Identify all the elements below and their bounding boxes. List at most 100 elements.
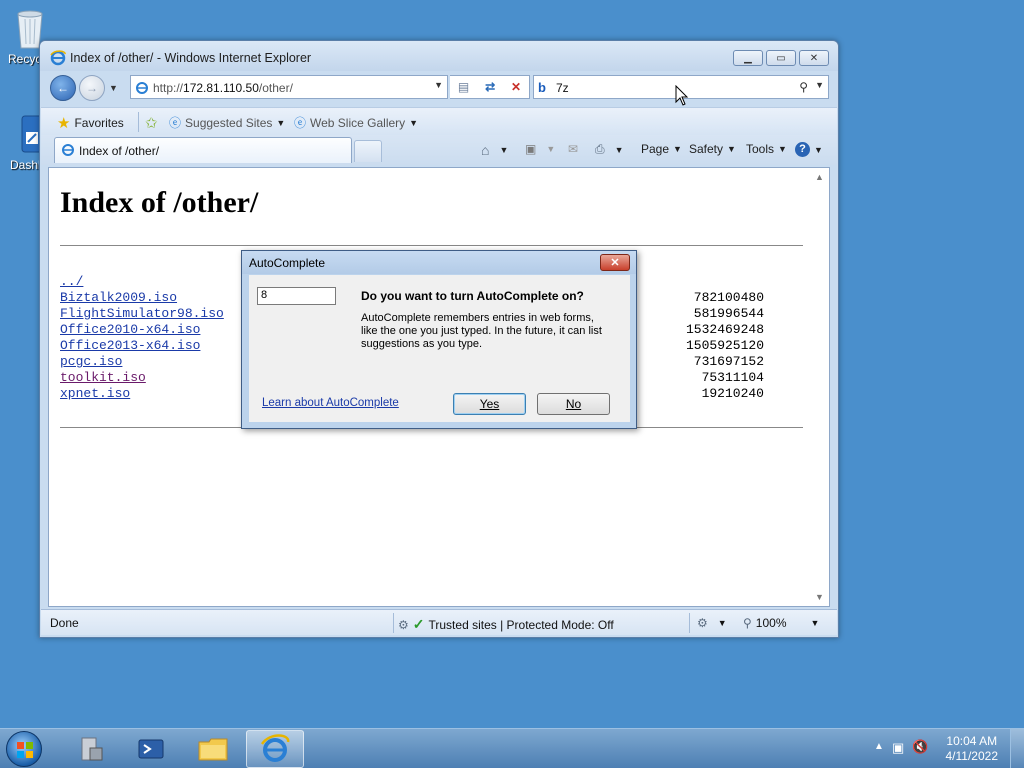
server-manager-icon	[81, 737, 103, 761]
tools-menu-label: Tools	[746, 142, 775, 156]
dialog-close-button[interactable]: ✕	[600, 254, 630, 271]
autocomplete-dialog: AutoComplete ✕ 8 Do you want to turn Aut…	[241, 250, 637, 429]
stop-icon[interactable]: ✕	[511, 80, 521, 94]
page-menu[interactable]: Page ▼	[641, 142, 682, 156]
taskbar-explorer[interactable]	[184, 730, 242, 768]
learn-about-autocomplete-link[interactable]: Learn about AutoComplete	[262, 397, 399, 409]
minimize-button[interactable]: ▁	[733, 50, 763, 66]
file-size: 731697152	[693, 354, 764, 369]
forward-button[interactable]: →	[79, 75, 105, 101]
suggested-sites-link[interactable]: ⓔ Suggested Sites ▼	[169, 114, 285, 131]
title-bar[interactable]: Index of /other/ - Windows Internet Expl…	[40, 41, 838, 71]
refresh-icon[interactable]: ⇄	[485, 80, 495, 94]
ie-icon	[50, 50, 66, 69]
address-bar[interactable]: http://172.81.110.50/other/ ▼	[130, 75, 448, 99]
scroll-up-icon[interactable]: ▲	[815, 172, 824, 182]
dialog-title-bar[interactable]: AutoComplete ✕	[242, 251, 636, 274]
windows-logo-icon	[17, 742, 33, 758]
back-button[interactable]: ←	[50, 75, 76, 101]
print-button[interactable]: ⎙ ▼	[595, 142, 624, 157]
tools-menu[interactable]: Tools ▼	[746, 142, 787, 156]
home-icon: ⌂	[481, 142, 490, 158]
favorites-button[interactable]: ★ Favorites	[57, 114, 124, 132]
top-divider	[60, 245, 803, 246]
vertical-scrollbar[interactable]: ▲ ▼	[812, 168, 829, 606]
tab-index-other[interactable]: Index of /other/	[54, 137, 352, 163]
search-input[interactable]: 7z	[556, 81, 569, 95]
maximize-icon: ▭	[776, 52, 786, 64]
dialog-description: AutoComplete remembers entries in web fo…	[361, 312, 602, 350]
web-slice-gallery-link[interactable]: ⓔ Web Slice Gallery ▼	[294, 114, 418, 131]
show-desktop-button[interactable]	[1010, 729, 1024, 768]
chevron-down-icon: ▼	[717, 618, 727, 628]
file-size: 19210240	[701, 386, 764, 401]
navigation-bar: ← → ▼ http://172.81.110.50/other/ ▼ ▤ ⇄ …	[40, 71, 838, 107]
close-icon: ✕	[610, 257, 620, 269]
safety-menu[interactable]: Safety ▼	[689, 142, 736, 156]
chevron-down-icon: ▼	[778, 144, 787, 154]
autocomplete-preview-field[interactable]: 8	[257, 287, 336, 305]
chevron-down-icon: ▼	[499, 145, 509, 155]
recent-pages-dropdown[interactable]: ▼	[109, 83, 118, 93]
parent-directory-link[interactable]: ../	[60, 274, 83, 289]
ie-icon	[260, 734, 290, 762]
close-window-button[interactable]: ✕	[799, 50, 829, 66]
chevron-down-icon: ▼	[614, 144, 624, 155]
chevron-down-icon: ▼	[673, 144, 682, 154]
no-button[interactable]: No	[537, 393, 610, 415]
window-title: Index of /other/ - Windows Internet Expl…	[70, 51, 312, 65]
compatibility-view-icon[interactable]: ▤	[458, 80, 469, 94]
mouse-cursor-icon	[675, 84, 689, 110]
url-scheme: http://	[153, 81, 184, 95]
zone-indicator[interactable]: ⚙ ✓ Trusted sites | Protected Mode: Off	[398, 616, 614, 633]
chevron-down-icon: ▼	[814, 144, 823, 155]
feeds-button[interactable]: ▣ ▼	[525, 142, 555, 156]
taskbar-powershell[interactable]	[122, 730, 180, 768]
file-link[interactable]: pcgc.iso	[60, 354, 122, 369]
zoom-control[interactable]: ⚲ 100% ▼	[743, 616, 819, 630]
search-options-dropdown[interactable]: ▼	[815, 80, 824, 90]
chevron-down-icon: ▼	[276, 117, 286, 128]
zone-label: Trusted sites | Protected Mode: Off	[428, 617, 614, 632]
status-text: Done	[50, 616, 79, 630]
search-icon[interactable]: ⚲	[799, 80, 808, 94]
read-mail-button[interactable]: ✉	[568, 142, 578, 156]
close-icon: ✕	[809, 52, 819, 64]
file-link[interactable]: FlightSimulator98.iso	[60, 306, 224, 321]
file-size: 782100480	[693, 290, 764, 305]
url-path: /other/	[258, 81, 293, 95]
start-button[interactable]	[6, 731, 42, 767]
popup-blocker-button[interactable]: ⚙ ▼	[697, 616, 727, 630]
clock[interactable]: 10:04 AM 4/11/2022	[946, 734, 999, 764]
status-bar: Done ⚙ ✓ Trusted sites | Protected Mode:…	[41, 609, 837, 635]
help-icon: ?	[795, 142, 810, 157]
chevron-down-icon: ▼	[409, 117, 419, 128]
show-hidden-icons-icon[interactable]: ▲	[874, 741, 884, 752]
maximize-button[interactable]: ▭	[766, 50, 796, 66]
page-heading: Index of /other/	[60, 186, 259, 219]
yes-button[interactable]: Yes	[453, 393, 526, 415]
chevron-down-icon: ▼	[546, 144, 556, 154]
file-link[interactable]: xpnet.iso	[60, 386, 130, 401]
file-link[interactable]: Biztalk2009.iso	[60, 290, 177, 305]
scroll-down-icon[interactable]: ▼	[815, 592, 824, 602]
taskbar: ▲ ▣ 🔇 10:04 AM 4/11/2022	[0, 728, 1024, 768]
volume-muted-icon[interactable]: 🔇	[912, 739, 928, 755]
clock-time: 10:04 AM	[946, 734, 998, 748]
taskbar-internet-explorer[interactable]	[246, 730, 304, 768]
add-to-favorites-bar-button[interactable]: ✩	[145, 114, 158, 132]
file-link[interactable]: toolkit.iso	[60, 370, 146, 385]
favorites-star-icon: ★	[57, 115, 71, 132]
address-dropdown[interactable]: ▼	[434, 80, 443, 90]
file-link[interactable]: Office2010-x64.iso	[60, 322, 200, 337]
network-icon[interactable]: ▣	[892, 740, 904, 756]
suggested-sites-label: Suggested Sites	[185, 115, 273, 130]
file-link[interactable]: Office2013-x64.iso	[60, 338, 200, 353]
system-tray: ▲ ▣ 🔇 10:04 AM 4/11/2022	[864, 729, 1024, 768]
home-button[interactable]: ⌂ ▼	[481, 142, 508, 158]
help-button[interactable]: ? ▼	[795, 142, 823, 157]
new-tab-button[interactable]	[354, 140, 382, 162]
file-size: 581996544	[693, 306, 764, 321]
suggested-sites-icon: ⓔ	[169, 116, 182, 130]
taskbar-server-manager[interactable]	[62, 730, 120, 768]
